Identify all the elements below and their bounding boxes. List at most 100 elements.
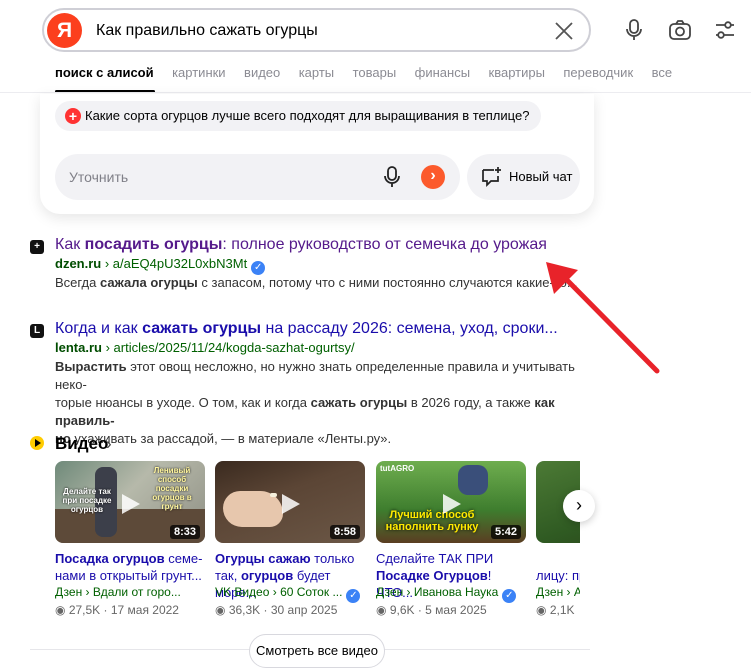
search-bar[interactable]: Я Как правильно сажать огурцы (42, 8, 591, 52)
video-card[interactable]: Делайте так при посадке огурцов Ленивый … (55, 461, 205, 621)
tab-alice[interactable]: поиск с алисой (55, 65, 154, 80)
title-highlight: сажать огурцы (142, 320, 262, 337)
title-part: только (310, 551, 355, 566)
result-snippet: Вырастить этот овощ несложно, но нужно з… (55, 358, 585, 448)
camera-icon[interactable] (668, 18, 692, 42)
tab-images[interactable]: картинки (172, 65, 226, 80)
lenta-favicon: L (30, 324, 44, 338)
carousel-next-button[interactable]: › (563, 490, 595, 522)
eye-icon: ◉ (215, 603, 229, 617)
video-source[interactable]: Дзен › Иванова Наука ✓ (376, 585, 517, 603)
tab-translator[interactable]: переводчик (563, 65, 633, 80)
thumb-caption: Делайте так при посадке огурцов (62, 487, 112, 514)
video-title-line: нами в открытый грунт... (55, 568, 202, 583)
video-card[interactable]: tutAGRO Лучший способ наполнить лунку 5:… (376, 461, 526, 621)
yandex-logo[interactable]: Я (47, 13, 82, 48)
title-highlight: посадить огурцы (84, 236, 223, 253)
result-url[interactable]: dzen.ru › a/aEQ4pU32L0xbN3Mt ✓ (55, 256, 266, 275)
video-play-icon (30, 436, 44, 450)
suggested-question[interactable]: + Какие сорта огурцов лучше всего подход… (55, 101, 542, 131)
eye-icon: ◉ (55, 603, 69, 617)
video-date: 17 мая 2022 (110, 603, 179, 617)
title-highlight: Посадке Огурцов (376, 568, 488, 583)
title-part: на рассаду 2026: семена, уход, сроки... (261, 320, 558, 337)
source-text: Дзен › Иванова Наука (376, 585, 499, 599)
eye-icon: ◉ (536, 603, 550, 617)
video-card-clip: лицу: пр Дзен › А ◉ 2,1K (536, 461, 580, 626)
snippet-part: ухаживать за рассадой, — в материале «Ле… (70, 431, 392, 446)
microphone-icon[interactable] (380, 165, 404, 189)
close-icon[interactable] (553, 20, 575, 42)
video-card[interactable]: 8:58 Огурцы сажаю только так, огурцов бу… (215, 461, 365, 621)
video-title-line: Сделайте ТАК ПРИ (376, 551, 494, 566)
result-title-link[interactable]: Как посадить огурцы: полное руководство … (55, 236, 547, 254)
play-icon (282, 494, 300, 514)
video-source[interactable]: Дзен › Вдали от горо... (55, 585, 181, 599)
video-thumbnail[interactable]: Делайте так при посадке огурцов Ленивый … (55, 461, 205, 543)
tab-video[interactable]: видео (244, 65, 280, 80)
video-heading-text: Видео (55, 434, 109, 453)
result-path: › a/aEQ4pU32L0xbN3Mt (101, 256, 248, 271)
tab-apartments[interactable]: квартиры (489, 65, 545, 80)
verified-icon: ✓ (502, 589, 517, 603)
snippet-highlight: сажать огурцы (310, 395, 408, 410)
snippet-part: с запасом, потому что с ними постоянно с… (197, 275, 578, 290)
video-date: 5 мая 2025 (425, 603, 487, 617)
snippet-line: торые нюансы в уходе. О том, как и когда… (55, 394, 585, 430)
result-url[interactable]: lenta.ru › articles/2025/11/24/kogda-saz… (55, 340, 355, 355)
video-source[interactable]: VK Видео › 60 Соток ... ✓ (215, 585, 361, 603)
new-chat-button[interactable]: Новый чат (467, 154, 580, 200)
snippet-highlight: сажала огурцы (100, 275, 198, 290)
snippet-line: но ухаживать за рассадой, — в материале … (55, 430, 585, 448)
video-duration: 8:33 (169, 525, 200, 539)
title-part: семе- (164, 551, 203, 566)
video-thumbnail[interactable]: tutAGRO Лучший способ наполнить лунку 5:… (376, 461, 526, 543)
tab-maps[interactable]: карты (299, 65, 334, 80)
settings-icon[interactable] (713, 18, 737, 42)
snippet-part: в 2026 году, а также (407, 395, 535, 410)
alice-answer-card: + Какие сорта огурцов лучше всего подход… (40, 94, 594, 214)
search-input[interactable]: Как правильно сажать огурцы (96, 22, 318, 40)
red-arrow-annotation (546, 262, 660, 374)
result-snippet: Всегда сажала огурцы с запасом, потому ч… (55, 274, 585, 292)
title-part: Когда и как (55, 320, 143, 337)
send-button[interactable]: › (421, 165, 445, 189)
snippet-part: Всегда (55, 275, 100, 290)
video-meta: ◉ 2,1K (536, 603, 575, 617)
video-title-link[interactable]: лицу: пр (536, 550, 580, 584)
tab-finance[interactable]: финансы (415, 65, 470, 80)
video-views: 9,6K (389, 603, 415, 617)
thumb-brand: tutAGRO (380, 464, 415, 473)
search-result: L Когда и как сажать огурцы на рассаду 2… (30, 320, 590, 446)
microphone-icon[interactable] (622, 18, 646, 42)
source-text: Дзен › Вдали от горо... (55, 585, 181, 599)
title-highlight: Посадка огурцов (55, 551, 165, 566)
plus-icon: + (65, 108, 81, 124)
search-tabs: поиск с алисой картинки видео карты това… (55, 64, 686, 84)
video-title-link[interactable]: Посадка огурцов семе- нами в открытый гр… (55, 550, 205, 584)
title-part: : полное руководство от семечка до урожа… (222, 236, 547, 253)
video-views: 36,3K (228, 603, 261, 617)
thumb-caption: Ленивый способ посадки огурцов в грунт (152, 466, 192, 511)
thumb-seed (270, 493, 277, 497)
video-duration: 5:42 (490, 525, 521, 539)
thumb-caption: Лучший способ наполнить лунку (385, 509, 479, 533)
video-duration: 8:58 (329, 525, 360, 539)
chat-plus-icon (482, 167, 501, 188)
snippet-part: торые нюансы в уходе. О том, как и когда (55, 395, 311, 410)
all-videos-button[interactable]: Смотреть все видео (249, 634, 385, 668)
result-title-link[interactable]: Когда и как сажать огурцы на рассаду 202… (55, 320, 558, 338)
tab-goods[interactable]: товары (353, 65, 397, 80)
verified-icon: ✓ (346, 589, 361, 603)
video-card[interactable]: лицу: пр Дзен › А ◉ 2,1K (536, 461, 580, 621)
search-result: + Как посадить огурцы: полное руководств… (30, 236, 590, 296)
title-part: Как (55, 236, 85, 253)
video-thumbnail[interactable]: 8:58 (215, 461, 365, 543)
video-views: 27,5K (68, 603, 101, 617)
title-part: так, (215, 568, 241, 583)
video-source[interactable]: Дзен › А (536, 585, 580, 599)
snippet-highlight: Вырастить (55, 359, 127, 374)
tab-all[interactable]: все (652, 65, 673, 80)
video-title-line: Огурцы сажаю только (215, 550, 365, 567)
refine-input[interactable]: Уточнить › (55, 154, 460, 200)
